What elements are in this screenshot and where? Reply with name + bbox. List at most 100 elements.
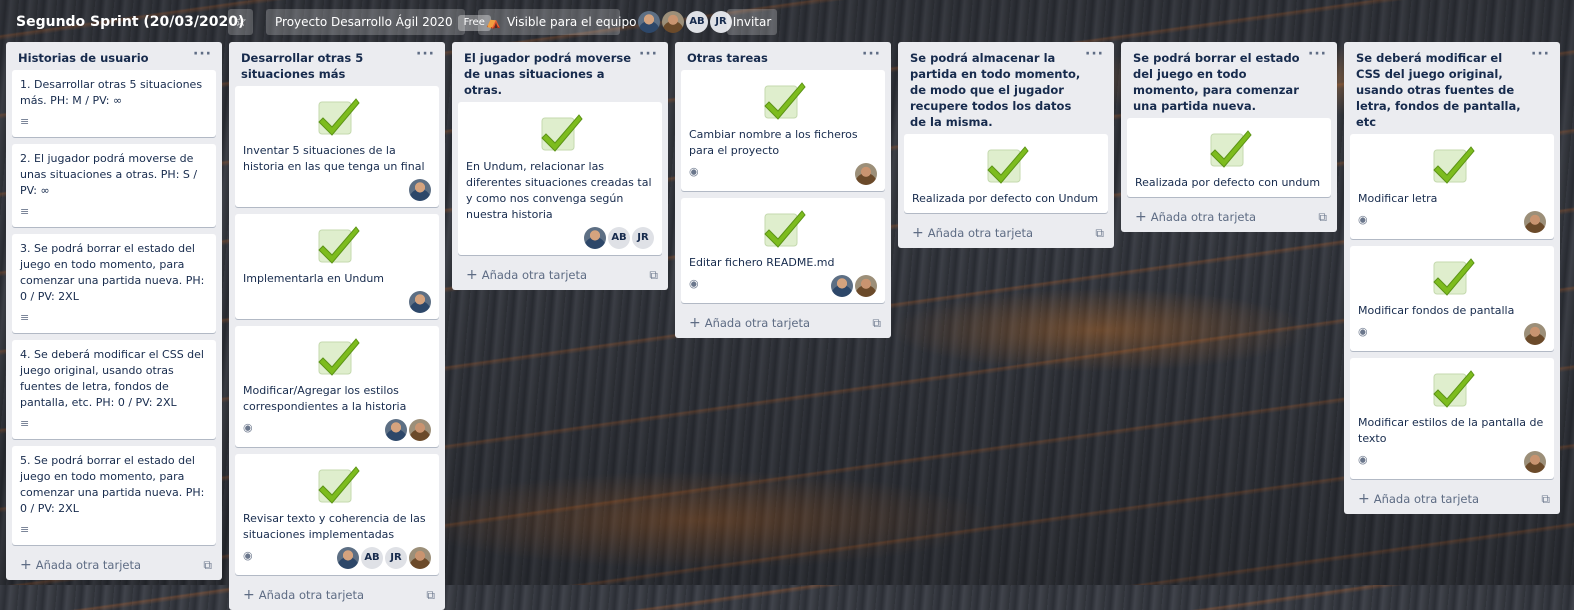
- member-avatar[interactable]: [409, 547, 431, 569]
- list-header[interactable]: El jugador podrá moverse de unas situaci…: [452, 42, 668, 102]
- list-menu-icon[interactable]: ···: [416, 46, 435, 62]
- list-header[interactable]: Se podrá almacenar la partida en todo mo…: [898, 42, 1114, 134]
- invite-button[interactable]: Invitar: [727, 9, 777, 35]
- add-card-button[interactable]: + Añada otra tarjeta ⧉: [1344, 486, 1560, 514]
- card-template-icon[interactable]: ⧉: [1095, 220, 1104, 246]
- list-title[interactable]: Desarrollar otras 5 situaciones más: [241, 51, 363, 81]
- add-card-button[interactable]: + Añada otra tarjeta ⧉: [452, 262, 668, 290]
- member-initials-avatar[interactable]: AB: [686, 11, 708, 33]
- list-title[interactable]: Otras tareas: [687, 51, 768, 65]
- list-menu-icon[interactable]: ···: [1308, 46, 1327, 62]
- member-avatar[interactable]: [1524, 451, 1546, 473]
- list-menu-icon[interactable]: ···: [1531, 46, 1550, 62]
- card-members: [407, 291, 431, 313]
- card[interactable]: Implementarla en Undum: [235, 214, 439, 319]
- plus-icon: +: [912, 225, 924, 241]
- member-initials-avatar[interactable]: AB: [608, 227, 630, 249]
- card-cover: [1135, 125, 1323, 175]
- star-board-button[interactable]: ☆: [228, 9, 253, 35]
- add-card-label: Añada otra tarjeta: [927, 226, 1034, 240]
- card[interactable]: Realizada por defecto con undum: [1127, 118, 1331, 197]
- list-header[interactable]: Otras tareas ···: [675, 42, 891, 70]
- card[interactable]: 1. Desarrollar otras 5 situaciones más. …: [12, 70, 216, 137]
- add-card-button[interactable]: + Añada otra tarjeta ⧉: [1121, 204, 1337, 232]
- member-avatar[interactable]: [385, 419, 407, 441]
- card[interactable]: Cambiar nombre a los ficheros para el pr…: [681, 70, 885, 191]
- card-cover: [243, 333, 431, 383]
- list-menu-icon[interactable]: ···: [193, 46, 212, 62]
- board-title[interactable]: Segundo Sprint (20/03/2020): [16, 14, 244, 30]
- card-title: Modificar estilos de la pantalla de text…: [1358, 416, 1544, 445]
- member-avatar[interactable]: [337, 547, 359, 569]
- card-template-icon[interactable]: ⧉: [649, 262, 658, 288]
- add-card-button[interactable]: + Añada otra tarjeta ⧉: [6, 552, 222, 580]
- card-template-icon[interactable]: ⧉: [872, 310, 881, 336]
- card-badges: ≡: [20, 203, 208, 221]
- card-cover: [689, 77, 877, 127]
- list-title[interactable]: Se deberá modificar el CSS del juego ori…: [1356, 51, 1521, 129]
- member-avatar[interactable]: [409, 291, 431, 313]
- member-avatar[interactable]: [584, 227, 606, 249]
- list-menu-icon[interactable]: ···: [862, 46, 881, 62]
- card-title: 3. Se podrá borrar el estado del juego e…: [20, 242, 205, 303]
- card-members: AB JR: [335, 547, 431, 569]
- member-initials-avatar[interactable]: AB: [361, 547, 383, 569]
- card-members: [383, 419, 431, 441]
- list-title[interactable]: Se podrá almacenar la partida en todo mo…: [910, 51, 1080, 129]
- card[interactable]: Modificar estilos de la pantalla de text…: [1350, 358, 1554, 479]
- member-initials-avatar[interactable]: JR: [385, 547, 407, 569]
- card[interactable]: Inventar 5 situaciones de la historia en…: [235, 86, 439, 207]
- member-avatar[interactable]: [855, 275, 877, 297]
- card-template-icon[interactable]: ⧉: [1541, 486, 1550, 512]
- member-initials-avatar[interactable]: JR: [632, 227, 654, 249]
- card-template-icon[interactable]: ⧉: [203, 552, 212, 578]
- card[interactable]: 3. Se podrá borrar el estado del juego e…: [12, 234, 216, 333]
- description-icon: ≡: [20, 205, 30, 218]
- member-avatar[interactable]: [831, 275, 853, 297]
- member-avatar[interactable]: [1524, 323, 1546, 345]
- member-avatar[interactable]: [1524, 211, 1546, 233]
- list-title[interactable]: El jugador podrá moverse de unas situaci…: [464, 51, 631, 97]
- card[interactable]: 5. Se podrá borrar el estado del juego e…: [12, 446, 216, 545]
- member-avatar[interactable]: [662, 11, 684, 33]
- card[interactable]: 2. El jugador podrá moverse de unas situ…: [12, 144, 216, 227]
- list-title[interactable]: Se podrá borrar el estado del juego en t…: [1133, 51, 1300, 113]
- add-card-button[interactable]: + Añada otra tarjeta ⧉: [898, 220, 1114, 248]
- add-card-button[interactable]: + Añada otra tarjeta ⧉: [229, 582, 445, 610]
- card[interactable]: Editar fichero README.md ◉: [681, 198, 885, 303]
- visibility-button[interactable]: ⛺ Visible para el equipo: [478, 9, 636, 35]
- card-list: Realizada por defecto con undum: [1121, 118, 1337, 197]
- member-avatar[interactable]: [409, 419, 431, 441]
- list-header[interactable]: Se deberá modificar el CSS del juego ori…: [1344, 42, 1560, 134]
- list-menu-icon[interactable]: ···: [1085, 46, 1104, 62]
- list-header[interactable]: Desarrollar otras 5 situaciones más ···: [229, 42, 445, 86]
- plus-icon: +: [20, 557, 32, 573]
- list-header[interactable]: Se podrá borrar el estado del juego en t…: [1121, 42, 1337, 118]
- member-avatar[interactable]: [855, 163, 877, 185]
- card[interactable]: Revisar texto y coherencia de las situac…: [235, 454, 439, 575]
- card-template-icon[interactable]: ⧉: [426, 582, 435, 608]
- list-header[interactable]: Historias de usuario ···: [6, 42, 222, 70]
- card[interactable]: 4. Se deberá modificar el CSS del juego …: [12, 340, 216, 439]
- watching-icon: ◉: [1358, 213, 1368, 226]
- member-avatar[interactable]: [638, 11, 660, 33]
- list: Historias de usuario ··· 1. Desarrollar ot…: [6, 42, 222, 580]
- card[interactable]: Realizada por defecto con Undum: [904, 134, 1108, 213]
- checkmark-icon: [1433, 258, 1475, 296]
- card[interactable]: Modificar/Agregar los estilos correspond…: [235, 326, 439, 447]
- list-title[interactable]: Historias de usuario: [18, 51, 149, 65]
- list: Se deberá modificar el CSS del juego ori…: [1344, 42, 1560, 514]
- team-button[interactable]: Proyecto Desarrollo Ágil 2020 Free: [266, 9, 491, 35]
- member-avatar[interactable]: [409, 179, 431, 201]
- card-cover: [1358, 365, 1546, 415]
- card[interactable]: En Undum, relacionar las diferentes situ…: [458, 102, 662, 255]
- card-members: [1522, 211, 1546, 233]
- add-card-button[interactable]: + Añada otra tarjeta ⧉: [675, 310, 891, 338]
- checkmark-icon: [318, 98, 360, 136]
- card[interactable]: Modificar fondos de pantalla ◉: [1350, 246, 1554, 351]
- card-badges: ◉: [689, 163, 877, 185]
- card[interactable]: Modificar letra ◉: [1350, 134, 1554, 239]
- watching-icon: ◉: [243, 549, 253, 562]
- list-menu-icon[interactable]: ···: [639, 46, 658, 62]
- card-template-icon[interactable]: ⧉: [1318, 204, 1327, 230]
